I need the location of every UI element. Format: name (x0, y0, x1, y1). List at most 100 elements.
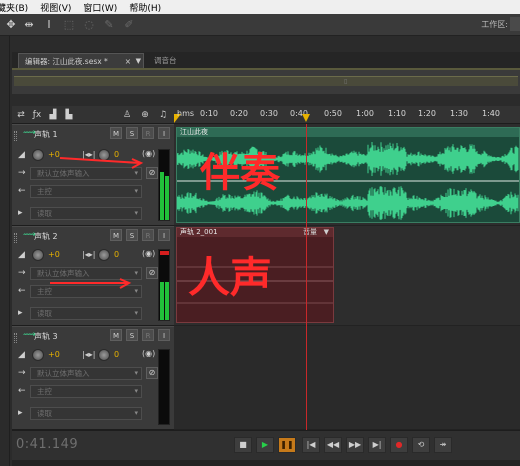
menu-help[interactable]: 帮助(H) (123, 1, 167, 14)
input-monitor-button[interactable]: I (158, 229, 170, 241)
meter-left-fill (160, 282, 164, 320)
output-select[interactable]: 主控 ▾ (30, 285, 142, 298)
expand-icon[interactable]: ▸ (18, 208, 23, 218)
pan-value[interactable]: 0 (114, 350, 119, 359)
pan-value[interactable]: 0 (114, 250, 119, 259)
workspace-dropdown[interactable] (510, 17, 520, 31)
record-arm-button[interactable]: R (142, 229, 154, 241)
inputs-outputs-icon[interactable]: ⇄ (14, 108, 28, 122)
record-button[interactable]: ● (390, 437, 408, 453)
brush-tool-icon[interactable]: ✎ (102, 18, 116, 32)
input-select[interactable]: 默认立体声输入 ▾ (30, 167, 142, 180)
ruler-tick: 1:40 (482, 109, 500, 118)
headphones-icon[interactable]: ♫ (156, 108, 170, 122)
loop-button[interactable]: ⟲ (412, 437, 430, 453)
mute-button[interactable]: M (110, 127, 122, 139)
play-button[interactable]: ▶ (256, 437, 274, 453)
record-arm-button[interactable]: R (142, 329, 154, 341)
track-name[interactable]: 声轨 2 (34, 231, 58, 242)
spot-healing-tool-icon[interactable]: ✐ (122, 18, 136, 32)
automation-select[interactable]: 读取 ▾ (30, 307, 142, 320)
pan-knob[interactable] (98, 149, 110, 161)
zoom-track-icon[interactable]: ⊕ (138, 108, 152, 122)
automation-select[interactable]: 读取 ▾ (30, 207, 142, 220)
timecode-display[interactable]: 0:41.149 (16, 437, 78, 452)
record-arm-button[interactable]: R (142, 127, 154, 139)
expand-icon[interactable]: ▸ (18, 308, 23, 318)
go-to-start-button[interactable]: |◀ (302, 437, 320, 453)
effects-icon[interactable]: ƒx (30, 108, 44, 122)
menu-view[interactable]: 视图(V) (34, 1, 77, 14)
annotation-vocals: 人声 (188, 253, 273, 302)
input-select[interactable]: 默认立体声输入 ▾ (30, 367, 142, 380)
drag-grip-icon[interactable] (14, 333, 17, 343)
playhead-line[interactable] (306, 124, 307, 430)
volume-value[interactable]: +0 (48, 250, 60, 259)
solo-button[interactable]: S (126, 329, 138, 341)
tab-menu-icon[interactable]: ▼ (136, 54, 141, 69)
input-arrow-icon: → (18, 368, 26, 378)
drag-grip-icon[interactable] (14, 233, 17, 243)
pause-button[interactable]: ❚❚ (278, 437, 296, 453)
drag-grip-icon[interactable] (14, 131, 17, 141)
stereo-icon[interactable]: (◉) (142, 349, 155, 358)
input-monitor-button[interactable]: I (158, 329, 170, 341)
playhead-handle[interactable] (302, 114, 310, 122)
volume-pan-row: ◢ +0 |◂▸| 0 (◉) (16, 149, 155, 163)
stereo-icon[interactable]: (◉) (142, 249, 155, 258)
volume-knob[interactable] (32, 349, 44, 361)
output-select[interactable]: 主控 ▾ (30, 185, 142, 198)
mute-button[interactable]: M (110, 329, 122, 341)
menu-favorites[interactable]: 藏夹(B) (0, 1, 34, 14)
annotation-accompaniment: 伴奏 (200, 149, 280, 196)
volume-knob[interactable] (32, 149, 44, 161)
track-name[interactable]: 声轨 1 (34, 129, 58, 140)
output-select[interactable]: 主控 ▾ (30, 385, 142, 398)
input-monitor-button[interactable]: I (158, 127, 170, 139)
volume-value[interactable]: +0 (48, 150, 60, 159)
eq-icon[interactable]: ▙ (62, 108, 76, 122)
solo-button[interactable]: S (126, 127, 138, 139)
tab-mixer[interactable]: 调音台 (148, 53, 194, 68)
meter-clip-indicator[interactable] (160, 251, 169, 255)
chevron-down-icon[interactable]: ▼ (324, 228, 329, 237)
close-icon[interactable]: × (125, 54, 131, 69)
move-tool-icon[interactable]: ✥ (4, 18, 18, 32)
session-overview[interactable]: ▯ (12, 68, 520, 94)
lasso-tool-icon[interactable]: ◌ (82, 18, 96, 32)
fx-bypass-icon[interactable]: ⊘ (146, 167, 158, 179)
marquee-tool-icon[interactable]: ⬚ (62, 18, 76, 32)
volume-knob[interactable] (32, 249, 44, 261)
overview-range-bar[interactable] (14, 76, 518, 86)
tab-editor[interactable]: 编辑器: 江山此夜.sesx * × ▼ (18, 53, 144, 68)
menu-bar: 藏夹(B) 视图(V) 窗口(W) 帮助(H) (0, 0, 520, 14)
volume-value[interactable]: +0 (48, 350, 60, 359)
input-select-label: 默认立体声输入 (37, 369, 90, 378)
sends-icon[interactable]: ▟ (46, 108, 60, 122)
rewind-button[interactable]: ◀◀ (324, 437, 342, 453)
time-selection-tool-icon[interactable]: I (42, 18, 56, 32)
pan-knob[interactable] (98, 249, 110, 261)
track-name[interactable]: 声轨 3 (34, 331, 58, 342)
solo-button[interactable]: S (126, 229, 138, 241)
menu-window[interactable]: 窗口(W) (77, 1, 123, 14)
pan-value[interactable]: 0 (114, 150, 119, 159)
go-to-end-button[interactable]: ▶| (368, 437, 386, 453)
input-select[interactable]: 默认立体声输入 ▾ (30, 267, 142, 280)
pan-knob[interactable] (98, 349, 110, 361)
fx-bypass-icon[interactable]: ⊘ (146, 267, 158, 279)
slip-tool-icon[interactable]: ⇹ (22, 18, 36, 32)
mute-button[interactable]: M (110, 229, 122, 241)
pan-icon: |◂▸| (82, 250, 96, 259)
stop-button[interactable]: ■ (234, 437, 252, 453)
expand-icon[interactable]: ▸ (18, 408, 23, 418)
fx-bypass-icon[interactable]: ⊘ (146, 367, 158, 379)
track-lane-3[interactable] (174, 326, 520, 430)
fast-forward-button[interactable]: ▶▶ (346, 437, 364, 453)
automation-select[interactable]: 读取 ▾ (30, 407, 142, 420)
overview-handle-icon[interactable]: ▯ (344, 78, 347, 85)
skip-button[interactable]: ↠ (434, 437, 452, 453)
stereo-icon[interactable]: (◉) (142, 149, 155, 158)
time-ruler[interactable]: hms 0:10 0:20 0:30 0:40 0:50 1:00 1:10 1… (174, 106, 520, 124)
metronome-icon[interactable]: ♙ (120, 108, 134, 122)
